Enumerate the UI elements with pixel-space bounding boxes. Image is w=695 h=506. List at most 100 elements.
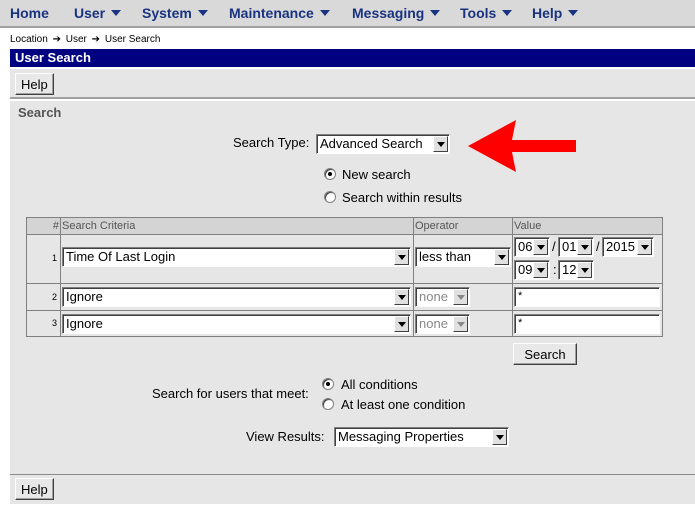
view-results-label: View Results:	[246, 429, 325, 444]
chevron-down-icon	[637, 239, 652, 255]
chevron-down-icon	[453, 316, 468, 332]
operator-cell: less than	[414, 235, 513, 284]
chevron-down-icon	[111, 10, 122, 16]
chevron-down-icon	[577, 262, 592, 278]
search-within-label: Search within results	[342, 190, 462, 205]
all-conditions-label: All conditions	[341, 377, 418, 392]
criteria-table: # Search Criteria Operator Value 1 Time …	[26, 217, 663, 337]
criteria-value: Ignore	[66, 289, 103, 304]
table-row: 3	[27, 311, 61, 336]
search-button[interactable]: Search	[513, 343, 577, 365]
nav-maintenance[interactable]: Maintenance	[229, 5, 330, 21]
nav-help[interactable]: Help	[532, 5, 579, 21]
header-operator: Operator	[414, 218, 513, 235]
chevron-down-icon	[394, 249, 409, 265]
operator-select[interactable]: less than	[415, 247, 511, 267]
new-search-radio[interactable]	[324, 168, 336, 180]
top-toolbar: Help	[10, 69, 695, 99]
chevron-down-icon	[433, 136, 448, 152]
nav-user-label: User	[74, 5, 106, 21]
header-number: #	[27, 218, 61, 235]
operator-cell: none	[414, 284, 513, 311]
hour-select[interactable]: 09	[514, 260, 550, 280]
row-number: 1	[51, 253, 57, 263]
help-button[interactable]: Help	[15, 478, 54, 500]
value-cell: *	[513, 311, 662, 336]
year-select[interactable]: 2015	[602, 237, 654, 257]
criteria-select[interactable]: Time Of Last Login	[62, 247, 411, 267]
time-separator: :	[553, 262, 557, 277]
minute-select[interactable]: 12	[558, 260, 594, 280]
view-results-select[interactable]: Messaging Properties	[334, 427, 509, 447]
nav-help-label: Help	[532, 5, 563, 21]
operator-value: none	[419, 316, 448, 331]
table-row: 1	[27, 235, 61, 284]
chevron-down-icon	[197, 10, 208, 16]
chevron-down-icon	[492, 429, 507, 445]
help-button[interactable]: Help	[15, 73, 54, 95]
arrow-left-icon	[468, 120, 576, 172]
criteria-cell: Time Of Last Login	[61, 235, 414, 284]
header-criteria: Search Criteria	[61, 218, 414, 235]
match-label: Search for users that meet:	[152, 386, 309, 401]
criteria-select[interactable]: Ignore	[62, 314, 411, 334]
chevron-down-icon	[453, 289, 468, 305]
breadcrumb-user[interactable]: User	[66, 34, 87, 45]
criteria-cell: Ignore	[61, 284, 414, 311]
chevron-down-icon	[502, 10, 513, 16]
any-condition-label: At least one condition	[341, 397, 466, 412]
bottom-toolbar: Help	[10, 474, 695, 504]
arrow-right-icon: ➔	[52, 34, 61, 45]
operator-cell: none	[414, 311, 513, 336]
chevron-down-icon	[319, 10, 330, 16]
search-type-label: Search Type:	[233, 135, 310, 150]
minute-value: 12	[562, 262, 577, 277]
criteria-cell: Ignore	[61, 311, 414, 336]
chevron-down-icon	[577, 239, 592, 255]
month-select[interactable]: 06	[514, 237, 550, 257]
nav-system[interactable]: System	[142, 5, 208, 21]
criteria-select[interactable]: Ignore	[62, 287, 411, 307]
search-panel: Search Search Type: Advanced Search New …	[10, 101, 695, 474]
date-separator: /	[596, 239, 600, 254]
nav-tools[interactable]: Tools	[460, 5, 513, 21]
chevron-down-icon	[533, 262, 548, 278]
criteria-value: Time Of Last Login	[66, 249, 176, 264]
operator-select: none	[415, 314, 470, 334]
search-type-select[interactable]: Advanced Search	[316, 134, 450, 154]
operator-value: less than	[419, 249, 472, 264]
value-cell: 06 / 01 / 2015 09 : 12	[513, 235, 662, 284]
all-conditions-radio[interactable]	[322, 378, 334, 390]
nav-messaging[interactable]: Messaging	[352, 5, 441, 21]
top-nav-bar: Home User System Maintenance Messaging T…	[0, 0, 695, 28]
criteria-value: Ignore	[66, 316, 103, 331]
search-within-radio[interactable]	[324, 191, 336, 203]
arrow-right-icon: ➔	[91, 34, 101, 45]
new-search-label: New search	[342, 167, 411, 182]
nav-home[interactable]: Home	[10, 5, 49, 21]
operator-select: none	[415, 287, 470, 307]
search-type-value: Advanced Search	[320, 136, 423, 151]
day-select[interactable]: 01	[558, 237, 594, 257]
row-number: 3	[51, 318, 57, 328]
day-value: 01	[562, 239, 577, 254]
value-input[interactable]: *	[514, 314, 660, 334]
nav-user[interactable]: User	[74, 5, 122, 21]
chevron-down-icon	[394, 316, 409, 332]
breadcrumb: Location ➔ User ➔ User Search	[10, 34, 160, 45]
breadcrumb-location: Location	[10, 34, 48, 45]
any-condition-radio[interactable]	[322, 398, 334, 410]
section-title: Search	[18, 105, 62, 120]
page-title: User Search	[10, 49, 695, 67]
chevron-down-icon	[568, 10, 579, 16]
operator-value: none	[419, 289, 448, 304]
breadcrumb-user-search: User Search	[104, 34, 161, 45]
header-value: Value	[513, 218, 662, 235]
nav-messaging-label: Messaging	[352, 5, 425, 21]
value-input[interactable]: *	[514, 287, 660, 307]
view-results-value: Messaging Properties	[338, 429, 464, 444]
value-cell: *	[513, 284, 662, 311]
nav-home-label: Home	[10, 5, 49, 21]
nav-tools-label: Tools	[460, 5, 497, 21]
table-row: 2	[27, 284, 61, 311]
